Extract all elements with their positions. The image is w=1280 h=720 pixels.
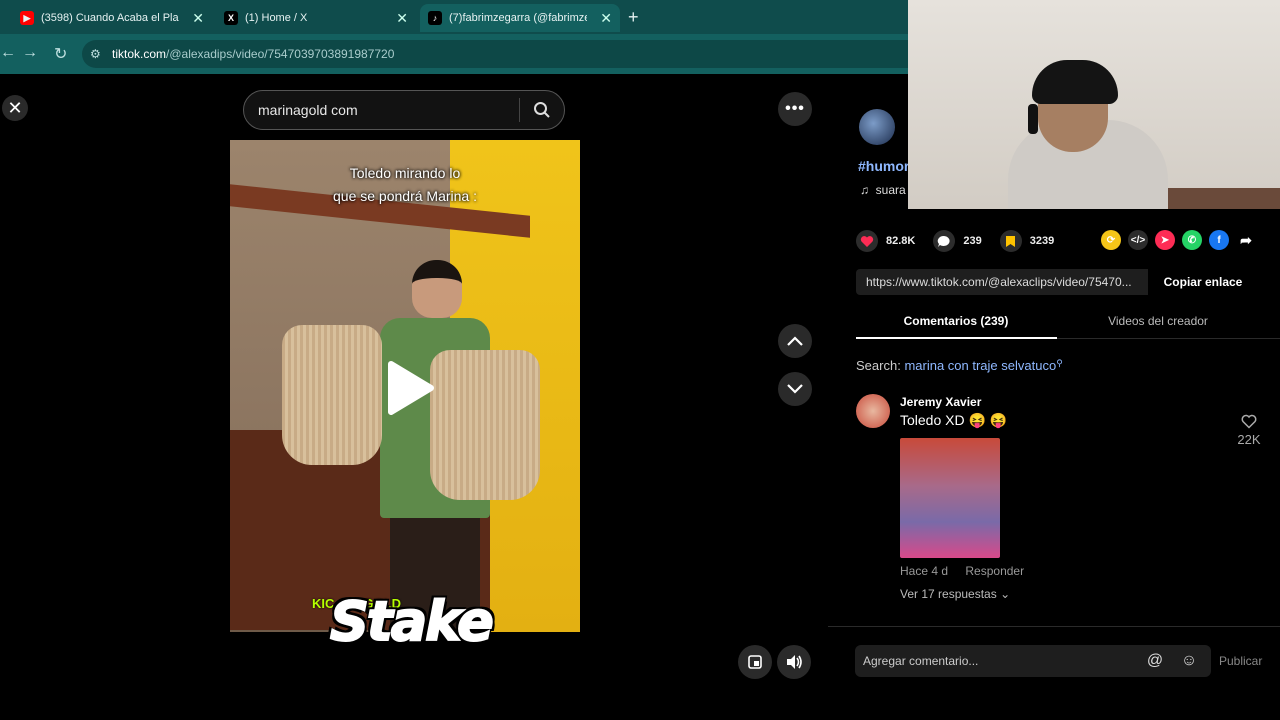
chevron-down-icon <box>787 384 803 394</box>
save-count: 3239 <box>1029 235 1055 247</box>
copy-link-button[interactable]: Copiar enlace <box>1148 269 1258 295</box>
comment-input[interactable]: Agregar comentario... @ ☺ <box>855 645 1211 677</box>
reply-button[interactable]: Responder <box>965 564 1024 578</box>
active-tab-indicator <box>856 337 1057 339</box>
comment-like-count: 22K <box>1237 432 1261 447</box>
forward-icon[interactable]: → <box>22 44 38 62</box>
heart-outline-icon <box>1241 414 1257 429</box>
bookmark-icon <box>999 230 1022 252</box>
site-info-icon[interactable]: ⚙ <box>90 47 101 61</box>
back-icon[interactable]: ← <box>0 44 16 62</box>
suggestion-query[interactable]: marina con traje selvatuco <box>904 358 1056 373</box>
search-input[interactable]: marinagold com <box>258 102 519 118</box>
creator-avatar[interactable] <box>859 109 895 145</box>
chevron-up-icon <box>787 336 803 346</box>
repost-icon[interactable]: ⟳ <box>1101 230 1121 250</box>
new-tab-icon[interactable]: + <box>628 7 639 28</box>
volume-button[interactable] <box>777 645 811 679</box>
heart-icon <box>856 230 878 252</box>
share-icon[interactable]: ➦ <box>1236 230 1256 250</box>
previous-video-button[interactable] <box>778 324 812 358</box>
close-tab-icon[interactable]: ✕ <box>600 10 612 27</box>
tab-youtube[interactable]: ▶ (3598) Cuando Acaba el Placer ✕ <box>12 4 212 32</box>
save-button[interactable]: 3239 <box>999 230 1055 252</box>
volume-icon <box>787 655 802 669</box>
comment-button[interactable]: 239 <box>933 230 982 252</box>
send-icon[interactable]: ➤ <box>1155 230 1175 250</box>
panel-tabs: Comentarios (239) Videos del creador <box>856 308 1280 340</box>
reload-icon[interactable]: ↻ <box>54 44 67 64</box>
tab-tiktok[interactable]: ♪ (7)fabrimzegarra (@fabrimzegarra) ✕ <box>420 4 620 32</box>
view-replies-button[interactable]: Ver 17 respuestas ⌄ <box>900 587 1010 601</box>
tab-creator-videos[interactable]: Videos del creador <box>1058 314 1258 328</box>
close-tab-icon[interactable]: ✕ <box>396 10 408 27</box>
url-path: /@alexadips/video/7547039703891987720 <box>166 47 395 61</box>
tab-title: (3598) Cuando Acaba el Placer <box>41 12 179 24</box>
publish-button[interactable]: Publicar <box>1219 654 1262 668</box>
avatar[interactable] <box>856 394 890 428</box>
close-tab-icon[interactable]: ✕ <box>192 10 204 27</box>
video-caption: Toledo mirando lo que se pondrá Marina : <box>333 165 477 204</box>
tiktok-icon: ♪ <box>428 11 442 25</box>
share-row: ⟳ </> ➤ ✆ f ➦ <box>1101 230 1263 250</box>
emoji-icon[interactable]: ☺ <box>1177 649 1201 673</box>
youtube-icon: ▶ <box>20 11 34 25</box>
comment-count: 239 <box>963 235 982 247</box>
comment-like-button[interactable]: 22K <box>1234 414 1264 447</box>
tab-x[interactable]: X (1) Home / X ✕ <box>216 4 416 32</box>
mention-icon[interactable]: @ <box>1143 649 1167 673</box>
like-count: 82.8K <box>886 235 916 247</box>
whatsapp-icon[interactable]: ✆ <box>1182 230 1202 250</box>
picture-in-picture-button[interactable] <box>738 645 772 679</box>
close-icon: ✕ <box>7 97 23 118</box>
search-suggestion[interactable]: Search: marina con traje selvatuco⚲ <box>856 358 1063 373</box>
video-link-field[interactable]: https://www.tiktok.com/@alexaclips/video… <box>856 269 1148 295</box>
tab-title: (1) Home / X <box>245 12 308 24</box>
more-options-button[interactable]: ••• <box>778 92 812 126</box>
next-video-button[interactable] <box>778 372 812 406</box>
search-icon[interactable] <box>520 101 564 119</box>
x-icon: X <box>224 11 238 25</box>
search-icon: ⚲ <box>1056 358 1063 368</box>
embed-icon[interactable]: </> <box>1128 230 1148 250</box>
comment-icon <box>933 230 956 252</box>
music-label[interactable]: ♫ suara <box>860 183 906 197</box>
like-button[interactable]: 82.8K <box>856 230 915 252</box>
comment-meta: Hace 4 d Responder <box>900 564 1038 578</box>
stake-logo: Stake <box>329 589 495 654</box>
play-icon[interactable] <box>385 360 435 421</box>
comment-author[interactable]: Jeremy Xavier <box>900 395 981 409</box>
video-scene <box>430 350 540 500</box>
engagement-stats: 82.8K 239 3239 <box>856 228 1072 254</box>
divider <box>828 626 1280 627</box>
more-icon: ••• <box>785 100 805 117</box>
close-video-button[interactable]: ✕ <box>2 95 28 121</box>
url-host: tiktok.com <box>112 47 167 61</box>
webcam-overlay <box>908 0 1280 209</box>
comment-text: Toledo XD 😝 😝 <box>900 412 1008 428</box>
facebook-icon[interactable]: f <box>1209 230 1229 250</box>
video-player[interactable]: Toledo mirando lo que se pondrá Marina :… <box>230 140 580 632</box>
comment-time: Hace 4 d <box>900 564 949 578</box>
video-scene <box>282 325 382 465</box>
url-input[interactable]: ⚙ tiktok.com/@alexadips/video/7547039703… <box>82 40 982 68</box>
comment-placeholder: Agregar comentario... <box>863 654 979 668</box>
comment-sticker-image[interactable] <box>900 438 1000 558</box>
search-bar[interactable]: marinagold com <box>243 90 565 130</box>
music-icon: ♫ <box>860 183 869 197</box>
chevron-down-icon: ⌄ <box>1000 587 1011 601</box>
tab-title: (7)fabrimzegarra (@fabrimzegarra) <box>449 12 587 24</box>
pip-icon <box>748 655 762 669</box>
hashtag-link[interactable]: #humor <box>858 158 909 174</box>
tab-comments[interactable]: Comentarios (239) <box>856 314 1056 328</box>
